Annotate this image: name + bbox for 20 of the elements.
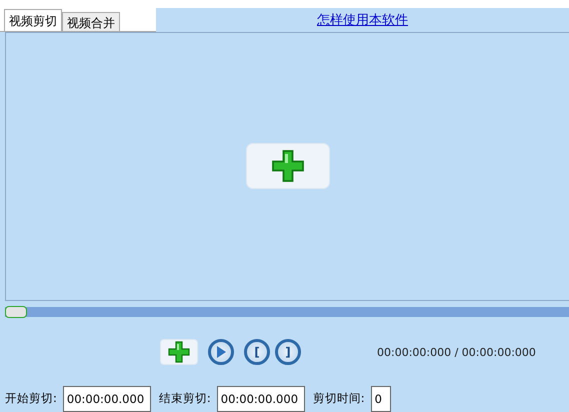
plus-icon	[168, 341, 190, 364]
time-field[interactable]: 00:00:00.000	[216, 386, 305, 412]
mark-in-button[interactable]: [	[244, 339, 270, 366]
slider-thumb[interactable]	[5, 306, 27, 318]
field-label: 结束剪切:	[158, 391, 211, 406]
timeline-slider[interactable]	[5, 307, 569, 318]
field-label: 开始剪切:	[5, 391, 57, 406]
mark-out-button[interactable]: ]	[275, 339, 301, 366]
time-field[interactable]: 0	[370, 386, 391, 412]
add-button[interactable]	[160, 339, 198, 366]
plus-icon	[271, 150, 304, 183]
play-icon	[216, 346, 226, 358]
help-link[interactable]: 怎样使用本软件	[317, 10, 408, 29]
time-display: 00:00:00:000 / 00:00:00:000	[377, 346, 536, 359]
add-video-button[interactable]	[246, 143, 330, 190]
tab[interactable]: 视频剪切	[4, 8, 62, 31]
play-button[interactable]	[208, 339, 234, 366]
tab[interactable]: 视频合并	[62, 12, 120, 31]
field-label: 剪切时间:	[312, 391, 365, 406]
time-field[interactable]: 00:00:00.000	[62, 386, 151, 412]
